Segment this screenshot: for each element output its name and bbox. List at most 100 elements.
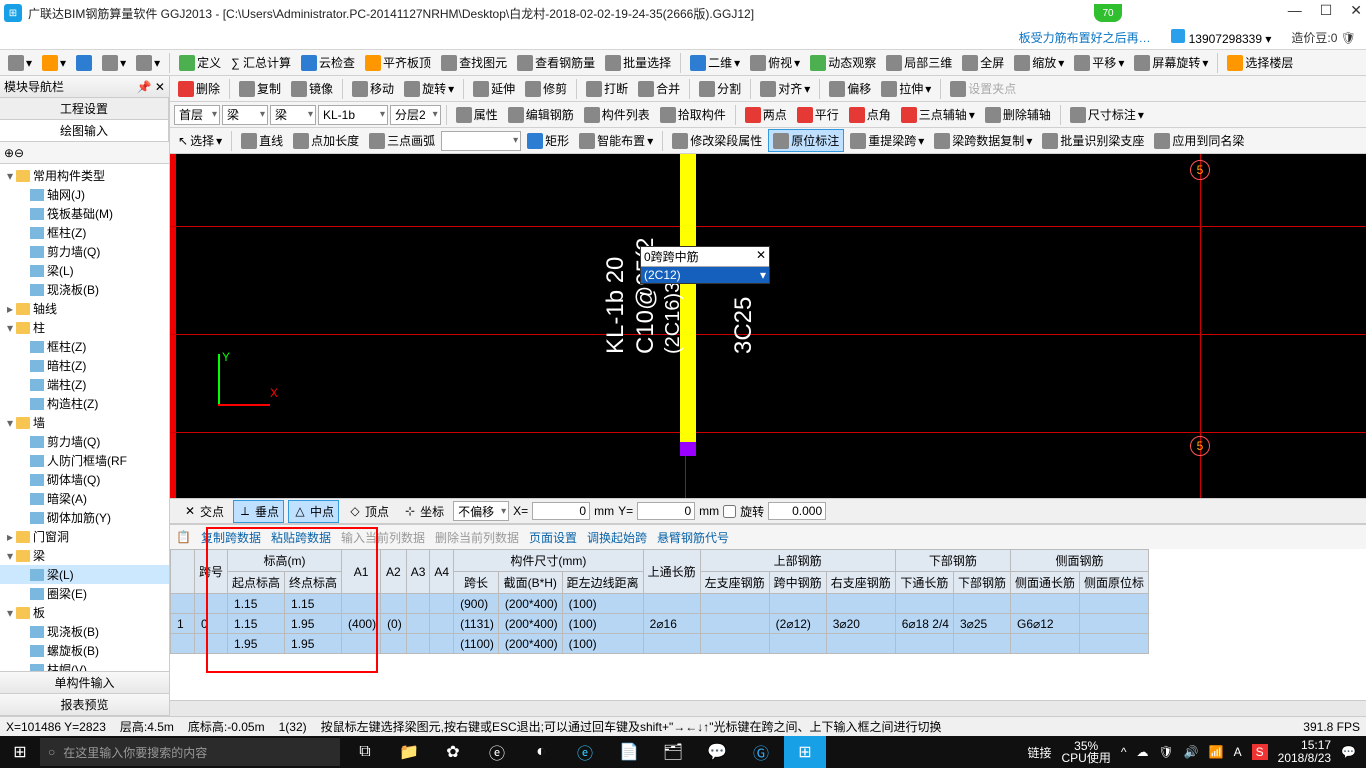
member-combo[interactable]: KL-1b: [318, 105, 388, 125]
define-button[interactable]: 定义: [175, 52, 225, 73]
copy-span-link[interactable]: 复制跨数据: [201, 529, 261, 546]
drawing-canvas[interactable]: KL-1b 20 C10@95(2 (2C16)320 3C25 Y X 5 5…: [170, 154, 1366, 498]
popup-close-icon[interactable]: ✕: [756, 248, 766, 265]
minimize-icon[interactable]: —: [1288, 2, 1302, 19]
dynamic-view-button[interactable]: 动态观察: [806, 52, 880, 73]
tree-node[interactable]: 剪力墙(Q): [0, 242, 169, 261]
type-combo[interactable]: 梁: [270, 105, 316, 125]
tree-node[interactable]: 砌体加筋(Y): [0, 508, 169, 527]
point-length-tool[interactable]: 点加长度: [289, 130, 363, 151]
clock[interactable]: 15:172018/8/23: [1278, 739, 1331, 765]
tree-node[interactable]: ▸轴线: [0, 299, 169, 318]
delete-aux-button[interactable]: 删除辅轴: [981, 104, 1055, 125]
batch-support-button[interactable]: 批量识别梁支座: [1038, 130, 1148, 151]
view-2d-button[interactable]: 二维▾: [686, 52, 744, 73]
dimension-button[interactable]: 尺寸标注▾: [1066, 104, 1148, 125]
rotate-checkbox[interactable]: [723, 505, 736, 518]
three-point-aux-button[interactable]: 三点辅轴▾: [897, 104, 979, 125]
trim-button[interactable]: 修剪: [521, 78, 571, 99]
popup-value[interactable]: (2C12)▾: [641, 267, 769, 283]
tree-node[interactable]: 人防门框墙(RF: [0, 451, 169, 470]
taskbar-search[interactable]: ○ 在这里输入你要搜索的内容: [40, 738, 340, 766]
tree-node[interactable]: ▾常用构件类型: [0, 166, 169, 185]
input-col-link[interactable]: 输入当前列数据: [341, 529, 425, 546]
app-icon-5[interactable]: 🗂: [652, 736, 694, 768]
app-icon-6[interactable]: 💬: [696, 736, 738, 768]
tray-icon-1[interactable]: ☁: [1136, 745, 1148, 759]
layer-combo[interactable]: 分层2: [390, 105, 441, 125]
snap-perp[interactable]: ⟂垂点: [233, 500, 284, 523]
copy-button[interactable]: 复制: [235, 78, 285, 99]
tree-node[interactable]: ▾柱: [0, 318, 169, 337]
span-data-table[interactable]: 跨号标高(m)A1A2A3A4构件尺寸(mm)上通长筋上部钢筋下部钢筋侧面钢筋起…: [170, 549, 1366, 700]
mirror-button[interactable]: 镜像: [287, 78, 337, 99]
snap-cross[interactable]: ✕交点: [178, 500, 229, 523]
zoom-button[interactable]: 缩放▾: [1010, 52, 1068, 73]
tree-node[interactable]: 现浇板(B): [0, 622, 169, 641]
delete-button[interactable]: 删除: [174, 78, 224, 99]
member-list-button[interactable]: 构件列表: [580, 104, 654, 125]
set-grip-button[interactable]: 设置夹点: [946, 78, 1020, 99]
ime-icon[interactable]: S: [1252, 744, 1268, 760]
y-input[interactable]: [637, 502, 695, 520]
snap-apex[interactable]: ◇顶点: [343, 500, 394, 523]
tree-node[interactable]: 暗梁(A): [0, 489, 169, 508]
tree-node[interactable]: 圈梁(E): [0, 584, 169, 603]
offset-button[interactable]: 偏移: [825, 78, 875, 99]
horizontal-scrollbar[interactable]: [170, 700, 1366, 716]
attribute-button[interactable]: 属性: [452, 104, 502, 125]
category-combo[interactable]: 梁: [222, 105, 268, 125]
app-icon-3[interactable]: ◐: [520, 736, 562, 768]
flat-top-button[interactable]: 平齐板顶: [361, 52, 435, 73]
user-phone[interactable]: 13907298339 ▾: [1171, 29, 1272, 46]
ie-icon[interactable]: ⓔ: [564, 736, 606, 768]
taskview-icon[interactable]: ⧉: [344, 736, 386, 768]
snap-mid[interactable]: △中点: [288, 500, 339, 523]
component-tree[interactable]: ▾常用构件类型轴网(J)筏板基础(M)框柱(Z)剪力墙(Q)梁(L)现浇板(B)…: [0, 164, 169, 671]
tree-node[interactable]: 端柱(Z): [0, 375, 169, 394]
app-icon-8[interactable]: ⊞: [784, 736, 826, 768]
pick-member-button[interactable]: 拾取构件: [656, 104, 730, 125]
tree-node[interactable]: 梁(L): [0, 565, 169, 584]
tray-icon-a[interactable]: A: [1234, 745, 1242, 759]
view-rebar-button[interactable]: 查看钢筋量: [513, 52, 599, 73]
select-floor-button[interactable]: 选择楼层: [1223, 52, 1297, 73]
rotate-button[interactable]: 旋转▾: [400, 78, 458, 99]
notification-icon[interactable]: 💬: [1341, 745, 1356, 759]
move-button[interactable]: 移动: [348, 78, 398, 99]
cpu-meter[interactable]: 35%CPU使用: [1062, 740, 1111, 764]
maximize-icon[interactable]: ☐: [1320, 2, 1333, 19]
floor-combo[interactable]: 首层: [174, 105, 220, 125]
sum-calc-button[interactable]: ∑ 汇总计算: [227, 52, 295, 73]
tab-draw[interactable]: 绘图输入: [0, 120, 169, 141]
tree-node[interactable]: 柱帽(V): [0, 660, 169, 671]
edit-rebar-button[interactable]: 编辑钢筋: [504, 104, 578, 125]
copy-span-data-button[interactable]: 梁跨数据复制▾: [930, 130, 1036, 151]
edge-icon[interactable]: ⓔ: [476, 736, 518, 768]
tree-node[interactable]: 暗柱(Z): [0, 356, 169, 375]
rect-tool[interactable]: 矩形: [523, 130, 573, 151]
rebar-input-popup[interactable]: 0跨跨中筋✕ (2C12)▾: [640, 246, 770, 284]
tree-node[interactable]: 梁(L): [0, 261, 169, 280]
app-icon-2[interactable]: ✿: [432, 736, 474, 768]
adjust-start-link[interactable]: 调换起始跨: [587, 529, 647, 546]
tab-project[interactable]: 工程设置: [0, 98, 169, 119]
inplace-annotate-button[interactable]: 原位标注: [768, 129, 844, 152]
edit-beam-attr-button[interactable]: 修改梁段属性: [668, 130, 766, 151]
rotate-input[interactable]: [768, 502, 826, 520]
paste-span-link[interactable]: 粘贴跨数据: [271, 529, 331, 546]
stretch-button[interactable]: 拉伸▾: [877, 78, 935, 99]
cloud-check-button[interactable]: 云检查: [297, 52, 359, 73]
tree-node[interactable]: ▾梁: [0, 546, 169, 565]
tree-node[interactable]: 筏板基础(M): [0, 204, 169, 223]
tray-icon-2[interactable]: 🛡: [1158, 745, 1173, 759]
news-link[interactable]: 板受力筋布置好之后再…: [1019, 29, 1151, 46]
tree-node[interactable]: 螺旋板(B): [0, 641, 169, 660]
tree-node[interactable]: ▸门窗洞: [0, 527, 169, 546]
batch-select-button[interactable]: 批量选择: [601, 52, 675, 73]
x-input[interactable]: [532, 502, 590, 520]
delete-col-link[interactable]: 删除当前列数据: [435, 529, 519, 546]
new-button[interactable]: ▾: [4, 53, 36, 73]
close-icon[interactable]: ✕: [1350, 2, 1362, 19]
tree-node[interactable]: 框柱(Z): [0, 337, 169, 356]
